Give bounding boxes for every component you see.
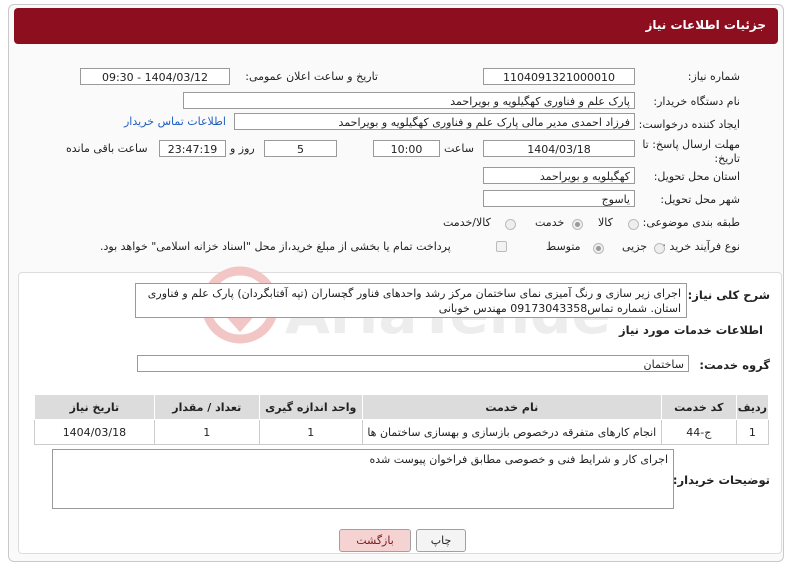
cell-service-code: ج-44 [660,419,737,445]
cell-service-name: انجام کارهای متفرقه درخصوص بازسازی و بهس… [361,419,662,445]
table-header-row: ردیف کد خدمت نام خدمت واحد اندازه گیری ت… [34,394,770,420]
category-radio-goods-service[interactable] [505,219,516,230]
services-title: اطلاعات خدمات مورد نیاز [619,323,763,337]
need-number-field: 1104091321000010 [483,68,635,85]
province-label: استان محل تحویل: [653,170,740,183]
announce-label: تاریخ و ساعت اعلان عمومی: [245,70,378,83]
cell-need-date: 1404/03/18 [34,419,155,445]
category-radio-goods[interactable] [628,219,639,230]
hour-label: ساعت [444,142,474,155]
province-field: کهگیلویه و بویراحمد [483,167,635,184]
process-radio-minor[interactable] [654,243,665,254]
services-table: ردیف کد خدمت نام خدمت واحد اندازه گیری ت… [34,394,770,445]
need-number-label: شماره نیاز: [687,70,740,83]
page-title: جزئیات اطلاعات نیاز [645,18,766,32]
process-option-medium: متوسط [546,240,581,253]
creator-field: فرزاد احمدی مدیر مالی پارک علم و فناوری … [234,113,635,130]
process-label: نوع فرآیند خرید : [662,240,740,253]
col-header-quantity: تعداد / مقدار [153,394,260,420]
buyer-notes-box: اجرای کار و شرایط فنی و خصوصی مطابق فراخ… [52,449,674,509]
category-option-goods: کالا [598,216,613,229]
buyer-org-field: پارک علم و فناوری کهگیلویه و بویراحمد [183,92,635,109]
page-header: جزئیات اطلاعات نیاز [14,8,778,44]
days-field: 5 [264,140,337,157]
description-box: اجرای زیر سازی و رنگ آمیزی نمای ساختمان … [135,283,687,318]
col-header-service-code: کد خدمت [660,394,737,420]
city-label: شهر محل تحویل: [660,193,740,206]
treasury-payment-checkbox[interactable] [496,241,507,252]
print-button[interactable]: چاپ [416,529,466,552]
category-label: طبقه بندی موضوعی: [642,216,740,229]
cell-row-number: 1 [735,419,770,445]
col-header-row-number: ردیف [735,394,770,420]
category-option-goods-service: کالا/خدمت [443,216,491,229]
category-option-service: خدمت [535,216,565,229]
col-header-service-name: نام خدمت [361,394,662,420]
remaining-time-field: 23:47:19 [159,140,226,157]
buyer-notes-label: توضیحات خریدار: [672,473,770,487]
service-group-field: ساختمان [137,355,689,372]
buyer-org-label: نام دستگاه خریدار: [653,95,740,108]
category-radio-service[interactable] [572,219,583,230]
city-field: یاسوج [483,190,635,207]
back-button[interactable]: بازگشت [339,529,411,552]
deadline-hour-field: 10:00 [373,140,440,157]
creator-label: ایجاد کننده درخواست: [638,118,740,131]
col-header-unit: واحد اندازه گیری [258,394,363,420]
deadline-label: مهلت ارسال پاسخ: تا تاریخ: [642,138,740,165]
process-radio-medium[interactable] [593,243,604,254]
service-group-label: گروه خدمت: [699,358,770,372]
days-label: روز و [230,142,255,155]
table-row: 1 ج-44 انجام کارهای متفرقه درخصوص بازساز… [34,419,770,445]
cell-quantity: 1 [153,419,260,445]
payment-note: پرداخت تمام یا بخشی از مبلغ خرید،از محل … [100,240,451,253]
contact-link[interactable]: اطلاعات تماس خریدار [124,115,226,128]
process-option-minor: جزیی [622,240,648,253]
description-label: شرح کلی نیاز: [687,288,770,302]
col-header-need-date: تاریخ نیاز [34,394,155,420]
announce-field: 1404/03/12 - 09:30 [80,68,230,85]
remaining-label: ساعت باقی مانده [66,142,148,155]
deadline-date-field: 1404/03/18 [483,140,635,157]
cell-unit: 1 [258,419,363,445]
